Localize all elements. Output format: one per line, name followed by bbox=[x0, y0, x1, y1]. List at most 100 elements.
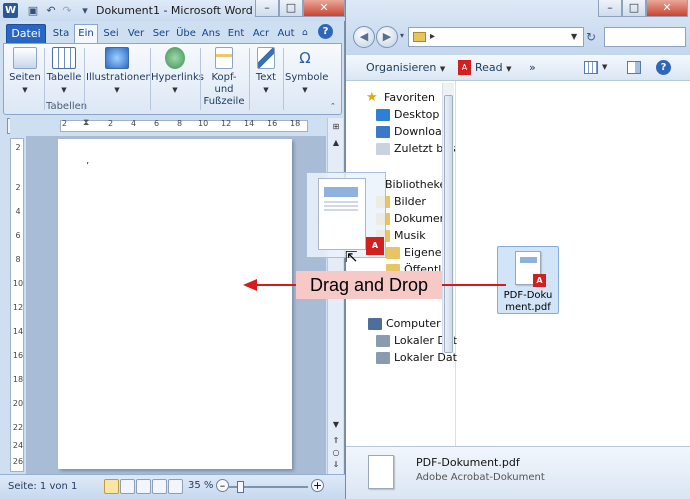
preview-pane-icon[interactable] bbox=[627, 61, 641, 74]
pdf-file-name[interactable]: PDF-Doku ment.pdf bbox=[499, 290, 557, 314]
tab-page-layout[interactable]: Sei bbox=[99, 24, 123, 44]
next-page-icon[interactable]: ⇓ bbox=[329, 458, 343, 472]
table-button[interactable]: Tabelle ▼ bbox=[46, 47, 82, 103]
acrobat-icon: A bbox=[458, 60, 471, 75]
full-screen-view-icon[interactable] bbox=[120, 479, 135, 494]
tab-review[interactable]: Übe bbox=[174, 24, 198, 44]
explorer-minimize-button[interactable]: – bbox=[598, 0, 622, 17]
vertical-ruler[interactable]: 2 2 4 6 8 10 12 14 16 18 20 22 24 26 bbox=[10, 138, 24, 472]
ruler-tick: 6 bbox=[154, 119, 160, 128]
explorer-maximize-button[interactable]: □ bbox=[622, 0, 646, 17]
mouse-cursor-icon: ⇱ bbox=[345, 248, 358, 266]
address-dropdown-icon[interactable]: ▼ bbox=[571, 32, 577, 41]
explorer-help-icon[interactable]: ? bbox=[656, 60, 671, 75]
tab-file[interactable]: Datei bbox=[6, 24, 46, 44]
read-button[interactable]: Read ▼ bbox=[475, 61, 512, 74]
maximize-button[interactable]: □ bbox=[279, 0, 303, 17]
tab-view[interactable]: Ans bbox=[199, 24, 223, 44]
print-layout-view-icon[interactable] bbox=[104, 479, 119, 494]
ribbon-separator bbox=[84, 48, 85, 110]
table-label: Tabelle bbox=[46, 72, 82, 83]
window-title: Dokument1 - Microsoft Word bbox=[96, 4, 253, 17]
text-button[interactable]: Text ▼ bbox=[252, 47, 280, 103]
recent-icon bbox=[376, 142, 390, 155]
details-filetype: Adobe Acrobat-Dokument bbox=[416, 472, 545, 483]
downloads-icon bbox=[376, 125, 390, 138]
help-icon[interactable]: ? bbox=[318, 24, 333, 39]
vruler-tick: 24 bbox=[12, 441, 24, 450]
pages-dropdown-icon: ▼ bbox=[22, 86, 28, 94]
tab-developer[interactable]: Ent bbox=[224, 24, 248, 44]
drive-icon bbox=[376, 351, 390, 364]
nav-computer[interactable]: Computer bbox=[368, 315, 441, 332]
navigation-scroll-thumb[interactable] bbox=[444, 95, 453, 353]
ribbon-tabs: Datei Sta Ein Sei Ver Ser Übe Ans Ent Ac… bbox=[0, 21, 345, 44]
address-bar[interactable]: ▸ ▼ bbox=[408, 27, 584, 47]
illustrations-button[interactable]: Illustrationen ▼ bbox=[86, 47, 152, 103]
qat-customize-icon[interactable]: ▾ bbox=[78, 4, 92, 17]
ruler-tick: 14 bbox=[244, 119, 255, 128]
zoom-in-icon[interactable]: + bbox=[311, 479, 324, 492]
indent-marker-icon[interactable]: ⧗ bbox=[83, 118, 89, 128]
page-info[interactable]: Seite: 1 von 1 bbox=[8, 481, 77, 492]
computer-icon bbox=[368, 317, 382, 330]
vruler-tick: 4 bbox=[15, 207, 21, 216]
more-commands-button[interactable]: » bbox=[529, 61, 536, 74]
read-label: Read bbox=[475, 61, 503, 74]
minimize-ribbon-icon[interactable]: ⌂ bbox=[302, 28, 308, 38]
tab-insert[interactable]: Ein bbox=[74, 24, 98, 44]
back-icon[interactable]: ◀ bbox=[353, 26, 375, 48]
view-dropdown-icon[interactable]: ▼ bbox=[602, 63, 607, 71]
scroll-up-icon[interactable]: ▲ bbox=[329, 136, 343, 150]
tab-references[interactable]: Ver bbox=[124, 24, 148, 44]
tab-start[interactable]: Sta bbox=[49, 24, 73, 44]
web-layout-view-icon[interactable] bbox=[136, 479, 151, 494]
forward-icon[interactable]: ▶ bbox=[376, 26, 398, 48]
zoom-slider-thumb[interactable] bbox=[237, 481, 244, 493]
header-footer-label-1: Kopf- und bbox=[211, 72, 237, 95]
folder-icon bbox=[413, 32, 426, 42]
vruler-tick: 2 bbox=[15, 183, 21, 192]
hyperlinks-button[interactable]: Hyperlinks ▼ bbox=[151, 47, 204, 103]
refresh-icon[interactable]: ↻ bbox=[586, 30, 596, 44]
hyperlinks-dropdown-icon: ▼ bbox=[172, 86, 178, 94]
nav-favorites[interactable]: ★ Favoriten bbox=[366, 89, 435, 106]
desktop-icon bbox=[376, 108, 390, 121]
organize-dropdown-icon: ▼ bbox=[439, 65, 446, 73]
header-footer-button[interactable]: Kopf- und Fußzeile bbox=[201, 47, 247, 107]
pages-button[interactable]: Seiten ▼ bbox=[8, 47, 42, 103]
organize-button[interactable]: Organisieren ▼ bbox=[366, 61, 445, 74]
status-bar: Seite: 1 von 1 35 % – + bbox=[0, 474, 345, 499]
draft-view-icon[interactable] bbox=[168, 479, 183, 494]
tab-mailings[interactable]: Ser bbox=[149, 24, 173, 44]
redo-icon[interactable]: ↷ bbox=[60, 4, 74, 17]
symbols-button[interactable]: Ω Symbole ▼ bbox=[285, 47, 328, 103]
globe-link-icon bbox=[165, 47, 185, 69]
ribbon-collapse-icon[interactable]: ⌃ bbox=[330, 102, 336, 110]
horizontal-ruler[interactable]: 2 ⧗ 2 4 6 8 10 12 14 16 18 bbox=[10, 118, 325, 135]
search-input[interactable] bbox=[604, 27, 686, 47]
drag-ghost-lines bbox=[324, 201, 358, 213]
ruler-tick: 12 bbox=[221, 119, 232, 128]
zoom-level[interactable]: 35 % bbox=[188, 480, 213, 491]
nav-documents[interactable]: Dokument bbox=[376, 210, 451, 227]
document-page[interactable]: ’ bbox=[58, 139, 292, 469]
vruler-tick: 10 bbox=[12, 279, 24, 288]
explorer-close-button[interactable]: ✕ bbox=[646, 0, 688, 17]
undo-icon[interactable]: ↶ bbox=[44, 4, 58, 17]
recent-locations-icon[interactable]: ▾ bbox=[400, 31, 404, 40]
ruler-toggle-icon[interactable]: ⊞ bbox=[329, 120, 343, 134]
tab-author[interactable]: Aut bbox=[274, 24, 298, 44]
ribbon-insert: Seiten ▼ Tabelle ▼ Tabellen Illustration… bbox=[3, 43, 342, 115]
outline-view-icon[interactable] bbox=[152, 479, 167, 494]
view-options-icon[interactable] bbox=[584, 61, 598, 74]
drag-ghost-page bbox=[318, 178, 366, 250]
close-button[interactable]: ✕ bbox=[303, 0, 345, 17]
drag-and-drop-label: Drag and Drop bbox=[296, 271, 442, 299]
illustrations-dropdown-icon: ▼ bbox=[114, 86, 120, 94]
minimize-button[interactable]: – bbox=[255, 0, 279, 17]
tab-acrobat[interactable]: Acr bbox=[249, 24, 273, 44]
nav-desktop[interactable]: Desktop bbox=[376, 106, 439, 123]
save-icon[interactable]: ▣ bbox=[26, 4, 40, 17]
scroll-down-icon[interactable]: ▼ bbox=[329, 418, 343, 432]
